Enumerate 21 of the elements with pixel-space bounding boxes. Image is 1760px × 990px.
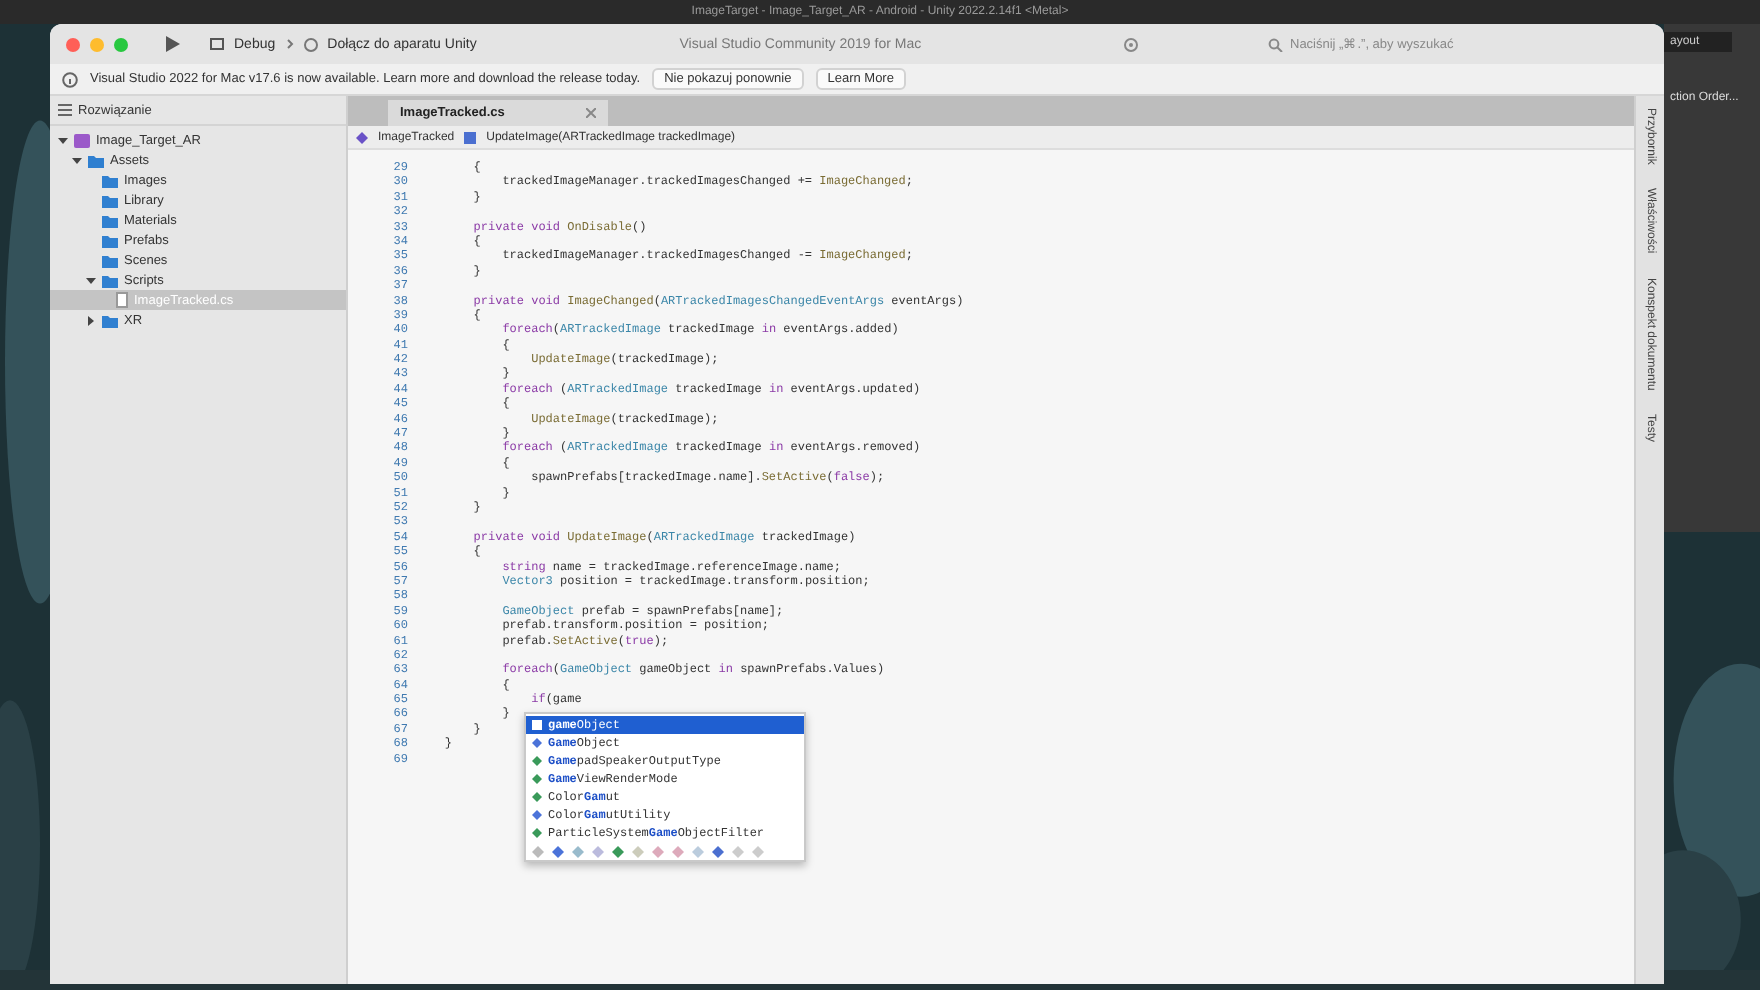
- field-icon: [532, 720, 542, 730]
- expanded-arrow-icon[interactable]: [85, 275, 95, 285]
- class-icon: [356, 131, 368, 143]
- status-icon: [1124, 37, 1138, 51]
- play-icon[interactable]: [166, 36, 180, 52]
- project-icon: [74, 133, 90, 147]
- expanded-arrow-icon[interactable]: [71, 155, 81, 165]
- expanded-arrow-icon[interactable]: [57, 135, 67, 145]
- search-icon: [1268, 37, 1284, 51]
- window-icon: [210, 38, 224, 50]
- class-icon: [532, 810, 542, 820]
- circle-icon: [303, 37, 318, 51]
- close-icon[interactable]: [586, 108, 596, 118]
- list-icon: [58, 104, 72, 116]
- info-icon: [62, 71, 78, 87]
- collapsed-arrow-icon[interactable]: [85, 315, 95, 325]
- file-icon: [116, 292, 128, 308]
- chevron-icon: [285, 38, 294, 50]
- enum-icon: [532, 828, 542, 838]
- method-icon: [464, 131, 477, 143]
- class-icon: [532, 738, 542, 748]
